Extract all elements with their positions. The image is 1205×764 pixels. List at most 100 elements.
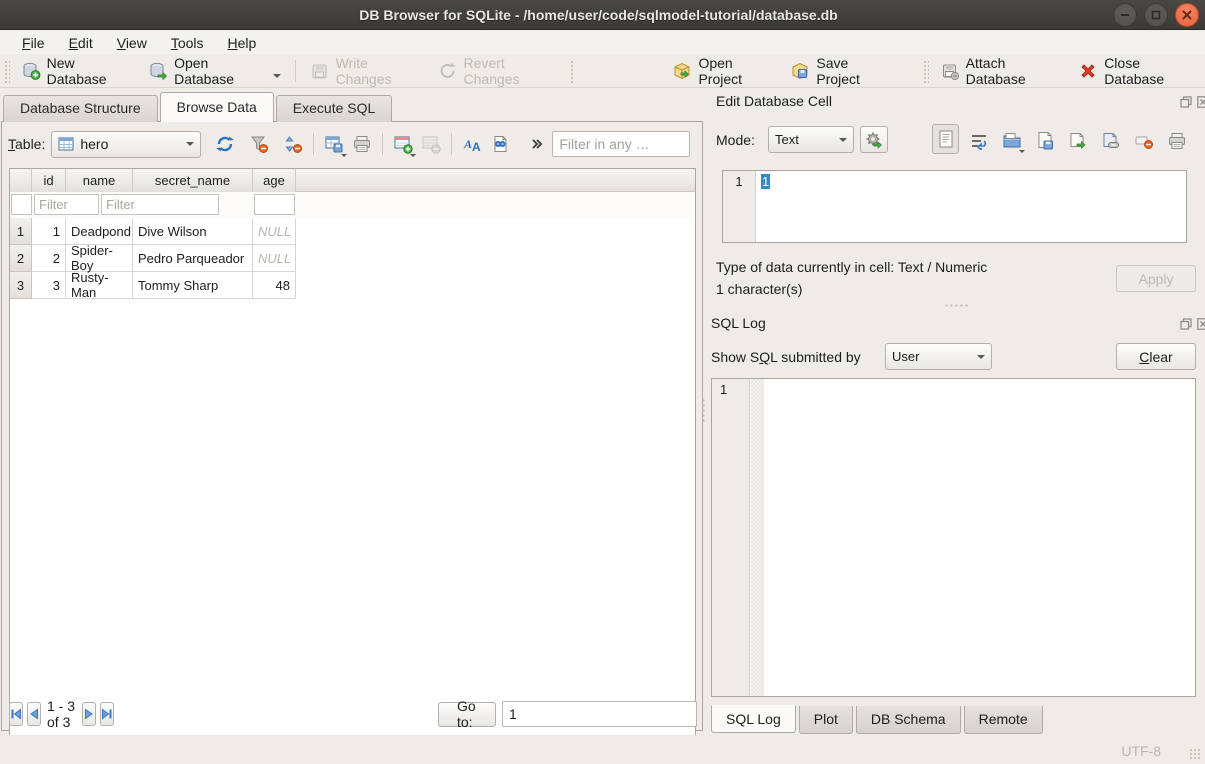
table-row[interactable]: 2 2 Spider-Boy Pedro Parqueador NULL [10,245,695,272]
cell[interactable]: Rusty-Man [66,272,133,299]
text-mode-toggle-button[interactable] [932,124,959,154]
row-number[interactable]: 2 [10,245,32,272]
cell[interactable]: Deadpond [66,218,133,245]
open-database-dropdown-icon[interactable] [273,74,281,78]
cell[interactable]: Dive Wilson [133,218,253,245]
toolbar-drag-handle[interactable] [569,59,576,83]
sql-log-view[interactable]: 1 [711,378,1196,697]
find-in-table-button[interactable] [486,131,514,158]
cell[interactable]: Spider-Boy [66,245,133,272]
mode-selector[interactable]: Text [768,126,854,153]
cell[interactable]: Pedro Parqueador [133,245,253,272]
column-header-age[interactable]: age [253,169,296,192]
prev-page-button[interactable] [27,702,41,726]
cell-editor[interactable]: 1 1 [722,170,1187,243]
menu-view[interactable]: View [105,33,159,53]
cell-editor-content[interactable]: 1 [761,174,770,189]
cell[interactable]: 2 [32,245,66,272]
filter-id-input[interactable] [12,195,31,214]
filter-id [11,194,32,215]
save-results-icon [324,134,345,155]
print-button[interactable] [348,131,376,158]
first-page-button[interactable] [9,702,23,726]
close-dock-icon[interactable] [1196,95,1205,108]
column-header-name[interactable]: name [66,169,133,192]
insert-record-button[interactable] [389,131,417,158]
open-in-external-button[interactable] [1064,127,1092,154]
auto-switch-mode-button[interactable] [860,126,888,153]
tab-browse-data[interactable]: Browse Data [160,92,274,122]
tab-plot[interactable]: Plot [799,706,853,734]
close-button[interactable] [1175,3,1199,27]
filter-name-input[interactable] [35,195,98,214]
set-null-button[interactable] [1130,127,1158,154]
close-icon [1182,10,1192,20]
menu-help[interactable]: Help [216,33,269,53]
save-project-button[interactable]: Save Project [782,51,898,91]
toolbar-drag-handle[interactable] [3,59,10,83]
toolbar-overflow-icon[interactable] [530,137,544,151]
toolbar-drag-handle[interactable] [922,59,929,83]
column-header-secret-name[interactable]: secret_name [133,169,253,192]
word-wrap-button[interactable] [965,127,993,154]
row-number[interactable]: 3 [10,272,32,299]
clear-filters-button[interactable] [245,131,273,158]
new-database-button[interactable]: New Database [13,51,140,91]
menu-edit[interactable]: Edit [57,33,105,53]
tab-db-schema[interactable]: DB Schema [856,706,961,734]
cell[interactable]: 3 [32,272,66,299]
next-page-button[interactable] [82,702,96,726]
tab-remote[interactable]: Remote [964,706,1043,734]
cell[interactable]: 1 [32,218,66,245]
cell[interactable]: NULL [253,245,296,272]
column-header-id[interactable]: id [32,169,66,192]
close-database-button[interactable]: Close Database [1070,51,1205,91]
attach-database-button[interactable]: Attach Database [932,51,1071,91]
copy-as-link-button[interactable] [1097,127,1125,154]
data-grid[interactable]: id name secret_name age 1 1 Deadpond Div… [9,168,696,740]
cell[interactable]: NULL [253,218,296,245]
print-cell-button[interactable] [1163,127,1191,154]
edit-display-format-button[interactable]: AA [458,131,486,158]
minimize-button[interactable] [1113,3,1137,27]
printer-icon [1167,131,1187,151]
row-number[interactable]: 1 [10,218,32,245]
export-cell-data-button[interactable] [1031,127,1059,154]
filter-secret-name-input[interactable] [102,195,218,214]
cell[interactable]: 48 [253,272,296,299]
cell[interactable]: Tommy Sharp [133,272,253,299]
grid-corner-header[interactable] [10,169,32,192]
maximize-button[interactable] [1144,3,1168,27]
minimize-icon [1120,10,1130,20]
clear-sorting-button[interactable] [279,131,307,158]
import-cell-data-button[interactable] [998,127,1026,154]
filter-any-column-input[interactable] [552,131,690,157]
menu-file[interactable]: File [10,33,57,53]
refresh-button[interactable] [211,131,239,158]
menu-tools[interactable]: Tools [159,33,216,53]
float-dock-icon[interactable] [1179,95,1192,108]
dock-splitter-handle[interactable] [944,303,970,308]
table-row[interactable]: 1 1 Deadpond Dive Wilson NULL [10,218,695,245]
sql-source-selector[interactable]: User [885,343,992,370]
filter-age-input[interactable] [255,195,294,214]
panel-splitter-handle[interactable] [701,398,706,424]
close-dock-icon[interactable] [1196,317,1205,330]
open-database-button[interactable]: Open Database [140,51,289,91]
clear-log-button[interactable]: Clear [1116,343,1196,370]
mode-selector-arrow-icon [839,138,847,142]
titlebar[interactable]: DB Browser for SQLite - /home/user/code/… [0,0,1205,30]
tab-execute-sql[interactable]: Execute SQL [276,95,393,122]
window-controls [1113,3,1199,27]
last-page-button[interactable] [100,702,114,726]
float-dock-icon[interactable] [1179,317,1192,330]
save-results-button[interactable] [320,131,348,158]
goto-button[interactable]: Go to: [438,702,496,727]
table-row[interactable]: 3 3 Rusty-Man Tommy Sharp 48 [10,272,695,299]
tab-sql-log[interactable]: SQL Log [711,705,796,733]
open-project-button[interactable]: Open Project [664,51,782,91]
goto-page-input[interactable] [502,701,697,727]
tab-database-structure[interactable]: Database Structure [3,95,158,122]
resize-grip[interactable] [1189,748,1201,760]
table-selector[interactable]: hero [51,131,201,158]
